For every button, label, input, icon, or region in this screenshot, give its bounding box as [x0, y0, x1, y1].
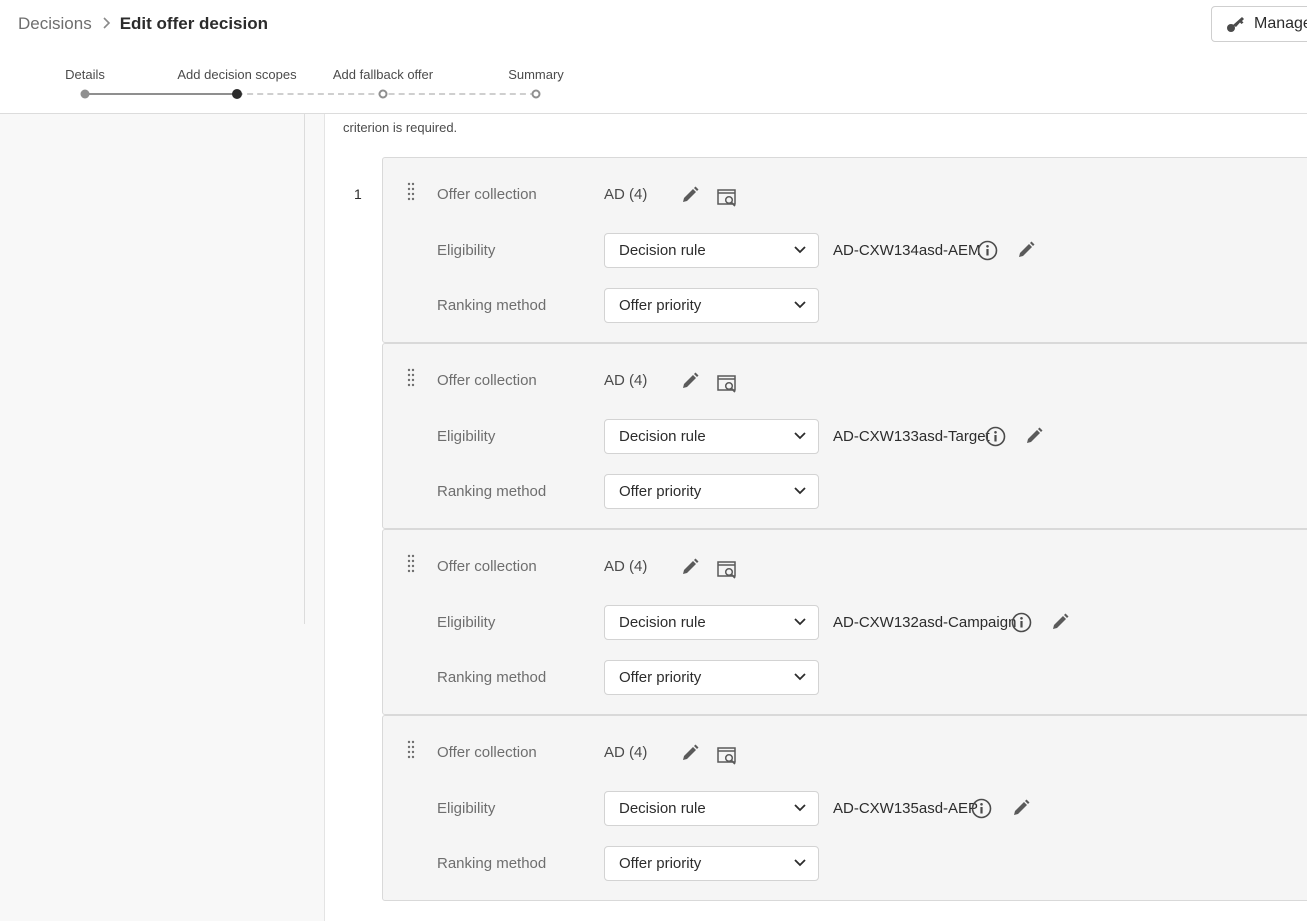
ranking-method-select-value: Offer priority	[619, 855, 702, 872]
ranking-method-select[interactable]: Offer priority	[604, 846, 819, 881]
step-progress-line-completed	[85, 93, 237, 95]
page-header: Decisions Edit offer decision Manage Det…	[0, 0, 1307, 114]
ranking-method-select[interactable]: Offer priority	[604, 660, 819, 695]
ranking-method-select[interactable]: Offer priority	[604, 474, 819, 509]
page-title: Edit offer decision	[119, 14, 268, 33]
ranking-method-select-value: Offer priority	[619, 483, 702, 500]
ranking-method-label: Ranking method	[437, 483, 547, 500]
decision-rule-name: AD-CXW135asd-AEP	[833, 800, 979, 817]
eligibility-label: Eligibility	[437, 800, 496, 817]
chevron-down-icon	[794, 301, 806, 309]
preview-collection-icon[interactable]	[717, 374, 739, 394]
helper-text: criterion is required.	[343, 120, 458, 135]
ranking-method-select[interactable]: Offer priority	[604, 288, 819, 323]
edit-collection-pencil-icon[interactable]	[680, 185, 700, 205]
edit-rule-pencil-icon[interactable]	[1024, 426, 1044, 446]
drag-handle-icon[interactable]	[407, 182, 415, 207]
manage-button[interactable]: Manage	[1211, 6, 1307, 42]
offer-collection-label: Offer collection	[437, 744, 537, 761]
step-label-summary[interactable]: Summary	[508, 67, 564, 82]
decision-rule-name: AD-CXW132asd-Campaign	[833, 614, 1017, 631]
edit-rule-pencil-icon[interactable]	[1011, 798, 1031, 818]
edit-rule-pencil-icon[interactable]	[1050, 612, 1070, 632]
chevron-down-icon	[794, 618, 806, 626]
eligibility-select[interactable]: Decision rule	[604, 791, 819, 826]
ranking-method-label: Ranking method	[437, 855, 547, 872]
preview-collection-icon[interactable]	[717, 560, 739, 580]
offer-collection-label: Offer collection	[437, 558, 537, 575]
chevron-down-icon	[794, 804, 806, 812]
eligibility-select[interactable]: Decision rule	[604, 605, 819, 640]
step-dot-summary[interactable]	[531, 89, 541, 99]
decision-rule-name: AD-CXW134asd-AEM	[833, 242, 981, 259]
chevron-right-icon	[102, 16, 111, 33]
ranking-method-label: Ranking method	[437, 297, 547, 314]
drag-handle-icon[interactable]	[407, 368, 415, 393]
scope-card: Offer collection AD (4) Eligibility Deci…	[382, 715, 1307, 901]
eligibility-select-value: Decision rule	[619, 428, 706, 445]
edit-collection-pencil-icon[interactable]	[680, 743, 700, 763]
left-rail	[0, 114, 325, 921]
step-dot-add-decision-scopes[interactable]	[232, 89, 242, 99]
ranking-method-label: Ranking method	[437, 669, 547, 686]
left-rail-divider	[304, 114, 305, 624]
eligibility-select[interactable]: Decision rule	[604, 233, 819, 268]
offer-collection-value: AD (4)	[604, 186, 648, 203]
eligibility-label: Eligibility	[437, 614, 496, 631]
offer-collection-value: AD (4)	[604, 372, 648, 389]
drag-handle-icon[interactable]	[407, 554, 415, 579]
ranking-method-select-value: Offer priority	[619, 297, 702, 314]
eligibility-select-value: Decision rule	[619, 800, 706, 817]
eligibility-select[interactable]: Decision rule	[604, 419, 819, 454]
offer-collection-value: AD (4)	[604, 744, 648, 761]
scope-card: Offer collection AD (4) Eligibility Deci…	[382, 529, 1307, 715]
preview-collection-icon[interactable]	[717, 746, 739, 766]
edit-collection-pencil-icon[interactable]	[680, 557, 700, 577]
step-dot-details[interactable]	[80, 89, 90, 99]
offer-collection-label: Offer collection	[437, 186, 537, 203]
step-label-details[interactable]: Details	[65, 67, 105, 82]
info-icon[interactable]	[985, 426, 1006, 447]
eligibility-select-value: Decision rule	[619, 242, 706, 259]
decision-scope-panel: criterion is required. 1 Offer collectio…	[325, 114, 1307, 921]
info-icon[interactable]	[1011, 612, 1032, 633]
breadcrumb: Decisions Edit offer decision	[18, 14, 268, 34]
edit-rule-pencil-icon[interactable]	[1016, 240, 1036, 260]
step-label-add-fallback-offer[interactable]: Add fallback offer	[333, 67, 433, 82]
decision-rule-name: AD-CXW133asd-Target	[833, 428, 990, 445]
chevron-down-icon	[794, 432, 806, 440]
info-icon[interactable]	[977, 240, 998, 261]
edit-collection-pencil-icon[interactable]	[680, 371, 700, 391]
scope-rank-number: 1	[354, 186, 362, 202]
info-icon[interactable]	[971, 798, 992, 819]
preview-collection-icon[interactable]	[717, 188, 739, 208]
scope-card: Offer collection AD (4) Eligibility Deci…	[382, 157, 1307, 343]
eligibility-select-value: Decision rule	[619, 614, 706, 631]
drag-handle-icon[interactable]	[407, 740, 415, 765]
chevron-down-icon	[794, 673, 806, 681]
eligibility-label: Eligibility	[437, 242, 496, 259]
offer-collection-value: AD (4)	[604, 558, 648, 575]
chevron-down-icon	[794, 246, 806, 254]
breadcrumb-decisions-link[interactable]: Decisions	[18, 14, 92, 34]
chevron-down-icon	[794, 859, 806, 867]
eligibility-label: Eligibility	[437, 428, 496, 445]
scope-card: Offer collection AD (4) Eligibility Deci…	[382, 343, 1307, 529]
step-label-add-decision-scopes[interactable]: Add decision scopes	[177, 67, 296, 82]
key-icon	[1227, 17, 1244, 32]
step-dot-add-fallback-offer[interactable]	[378, 89, 388, 99]
manage-button-label: Manage	[1254, 15, 1307, 32]
chevron-down-icon	[794, 487, 806, 495]
offer-collection-label: Offer collection	[437, 372, 537, 389]
ranking-method-select-value: Offer priority	[619, 669, 702, 686]
